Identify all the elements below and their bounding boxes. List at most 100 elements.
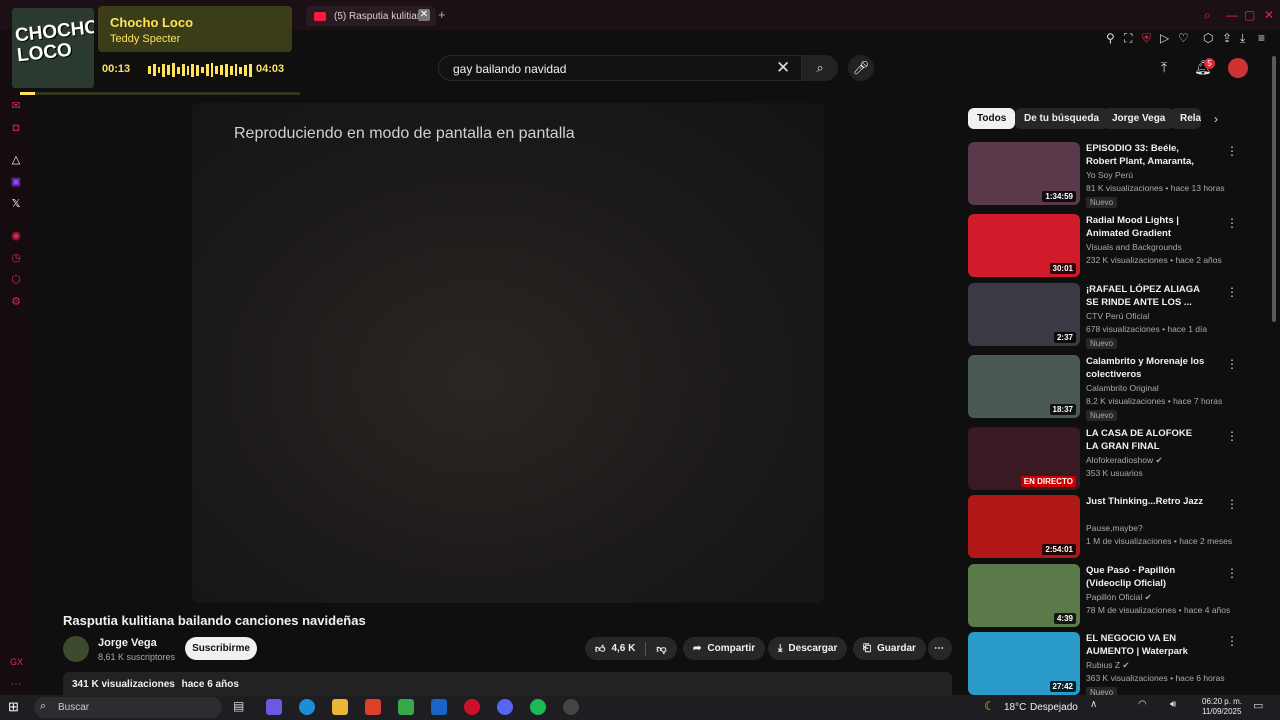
chip-channel[interactable]: Jorge Vega: [1103, 108, 1175, 129]
file-explorer-icon[interactable]: [332, 699, 348, 715]
video-thumbnail[interactable]: 27:42: [968, 632, 1080, 695]
twitch-icon[interactable]: ▣: [10, 176, 22, 188]
chip-all[interactable]: Todos: [968, 108, 1016, 129]
video-title[interactable]: LA CASA DE ALOFOKE LA GRAN FINAL: [1086, 427, 1206, 453]
search-box[interactable]: [438, 55, 802, 81]
app-icon[interactable]: [563, 699, 579, 715]
wifi-icon[interactable]: ◠: [1138, 699, 1154, 715]
search-icon[interactable]: ⌕: [1204, 8, 1211, 23]
more-options-icon[interactable]: ⋮: [1226, 144, 1238, 158]
channel-name[interactable]: Alofokeradioshow ✔: [1086, 455, 1163, 466]
channel-name[interactable]: CTV Perú Oficial: [1086, 311, 1149, 321]
minimize-icon[interactable]: —: [1226, 8, 1238, 22]
save-button[interactable]: ⎗ Guardar: [853, 637, 926, 660]
store-icon[interactable]: [398, 699, 414, 715]
clock-time[interactable]: 06:20 p. m.: [1202, 697, 1242, 706]
video-thumbnail[interactable]: 18:37: [968, 355, 1080, 418]
taskbar-search[interactable]: ⌕ Buscar: [34, 697, 222, 718]
recommended-item[interactable]: EN DIRECTO LA CASA DE ALOFOKE LA GRAN FIN…: [968, 427, 1258, 493]
chip-from-search[interactable]: De tu búsqueda: [1015, 108, 1109, 129]
media-progress-bar[interactable]: [20, 92, 300, 95]
video-title[interactable]: Que Pasó - Papillón (Videoclip Oficial): [1086, 564, 1206, 590]
more-options-icon[interactable]: ⋮: [1226, 429, 1238, 443]
media-player-widget[interactable]: CHOCHO LOCO Chocho Loco Teddy Specter 00…: [8, 4, 300, 96]
extensions-icon[interactable]: ⬡: [1203, 31, 1213, 45]
download-icon[interactable]: ⤓: [1240, 31, 1245, 46]
player-icon[interactable]: ◉: [10, 230, 22, 242]
more-options-icon[interactable]: ⋮: [1226, 566, 1238, 580]
notifications-icon[interactable]: ▭: [1253, 699, 1269, 715]
pin-icon[interactable]: ⚲: [1106, 31, 1115, 45]
clear-search-icon[interactable]: ✕: [776, 58, 790, 78]
video-thumbnail[interactable]: 1:34:59: [968, 142, 1080, 205]
video-title[interactable]: Calambrito y Morenaje los colectiveros: [1086, 355, 1206, 381]
channel-name[interactable]: Papillón Oficial ✔: [1086, 592, 1152, 603]
more-options-icon[interactable]: ⋮: [1226, 357, 1238, 371]
recommended-item[interactable]: 18:37 Calambrito y Morenaje los colective…: [968, 355, 1258, 421]
recommended-item[interactable]: 2:37 ¡RAFAEL LÓPEZ ALIAGA SE RINDE ANTE L…: [968, 283, 1258, 349]
instagram-icon[interactable]: ◘: [10, 122, 22, 134]
video-thumbnail[interactable]: EN DIRECTO: [968, 427, 1080, 490]
temperature[interactable]: 18°C: [1004, 702, 1026, 713]
channel-name[interactable]: Jorge Vega: [98, 637, 157, 649]
channel-name[interactable]: Calambrito Original: [1086, 383, 1159, 393]
search-button[interactable]: ⌕: [802, 55, 838, 81]
like-count[interactable]: 4,6 K: [611, 643, 635, 654]
play-icon[interactable]: ▷: [1160, 31, 1169, 45]
channel-name[interactable]: Visuals and Backgrounds: [1086, 242, 1182, 252]
spotify-icon[interactable]: [530, 699, 546, 715]
more-options-icon[interactable]: ⋮: [1226, 285, 1238, 299]
video-title[interactable]: EPISODIO 33: Beéle, Robert Plant, Amaran…: [1086, 142, 1206, 169]
screenshot-icon[interactable]: ⛶: [1124, 31, 1132, 46]
upload-icon[interactable]: ⤒: [1161, 59, 1167, 76]
download-button[interactable]: ⤓ Descargar: [768, 637, 848, 660]
edge-icon[interactable]: [299, 699, 315, 715]
video-player[interactable]: Reproduciendo en modo de pantalla en pan…: [192, 103, 824, 603]
aria-icon[interactable]: △: [10, 154, 22, 166]
video-title[interactable]: EL NEGOCIO VA EN AUMENTO | Waterpark Sim…: [1086, 632, 1206, 659]
recommended-item[interactable]: 4:39 Que Pasó - Papillón (Videoclip Ofici…: [968, 564, 1258, 630]
share-icon[interactable]: ⇪: [1222, 31, 1232, 45]
chip-related[interactable]: Relac: [1171, 108, 1201, 129]
thumbs-down-icon[interactable]: 👎︎: [656, 643, 666, 655]
x-icon[interactable]: 𝕏: [10, 198, 22, 210]
more-options-icon[interactable]: ⋮: [1226, 634, 1238, 648]
recommended-item[interactable]: 27:42 EL NEGOCIO VA EN AUMENTO | Waterpar…: [968, 632, 1258, 698]
copilot-icon[interactable]: [266, 699, 282, 715]
thumbs-up-icon[interactable]: 👍︎: [595, 643, 605, 655]
shield-icon[interactable]: ⛨: [1142, 31, 1151, 46]
scrollbar[interactable]: [1272, 56, 1276, 322]
gx-icon[interactable]: GX: [10, 656, 23, 668]
more-icon[interactable]: ⋯: [10, 678, 22, 690]
messenger-icon[interactable]: ✉: [10, 100, 22, 112]
description-box[interactable]: 341 K visualizaciones hace 6 años: [63, 672, 952, 696]
chevron-up-icon[interactable]: ∧: [1090, 699, 1106, 715]
clock-date[interactable]: 11/09/2025: [1202, 707, 1241, 716]
channel-avatar[interactable]: [63, 636, 89, 662]
more-actions-button[interactable]: ⋯: [928, 637, 952, 660]
outlook-icon[interactable]: [431, 699, 447, 715]
discord-icon[interactable]: [497, 699, 513, 715]
close-tab-icon[interactable]: ✕: [418, 9, 430, 21]
more-options-icon[interactable]: ⋮: [1226, 216, 1238, 230]
extensions-sidebar-icon[interactable]: ⬡: [10, 274, 22, 286]
video-thumbnail[interactable]: 2:54:01: [968, 495, 1080, 558]
search-input[interactable]: [451, 61, 771, 77]
brave-icon[interactable]: [365, 699, 381, 715]
settings-icon[interactable]: ⚙: [10, 296, 22, 308]
channel-name[interactable]: Pause,maybe?: [1086, 523, 1143, 533]
menu-icon[interactable]: ≡: [1258, 31, 1265, 45]
more-options-icon[interactable]: ⋮: [1226, 497, 1238, 511]
video-title[interactable]: Radial Mood Lights | Animated Gradient B…: [1086, 214, 1206, 241]
chevron-right-icon[interactable]: ›: [1214, 112, 1218, 126]
recommended-item[interactable]: 2:54:01 Just Thinking...Retro Jazz Pause,m…: [968, 495, 1258, 561]
new-tab-icon[interactable]: +: [438, 7, 446, 22]
video-title[interactable]: ¡RAFAEL LÓPEZ ALIAGA SE RINDE ANTE LOS .…: [1086, 283, 1206, 309]
recommended-item[interactable]: 1:34:59 EPISODIO 33: Beéle, Robert Plant,…: [968, 142, 1258, 208]
recommended-item[interactable]: 30:01 Radial Mood Lights | Animated Gradi…: [968, 214, 1258, 280]
video-thumbnail[interactable]: 2:37: [968, 283, 1080, 346]
video-thumbnail[interactable]: 4:39: [968, 564, 1080, 627]
volume-icon[interactable]: 🔊︎: [1170, 699, 1186, 715]
weather-description[interactable]: Despejado: [1030, 702, 1078, 713]
video-thumbnail[interactable]: 30:01: [968, 214, 1080, 277]
